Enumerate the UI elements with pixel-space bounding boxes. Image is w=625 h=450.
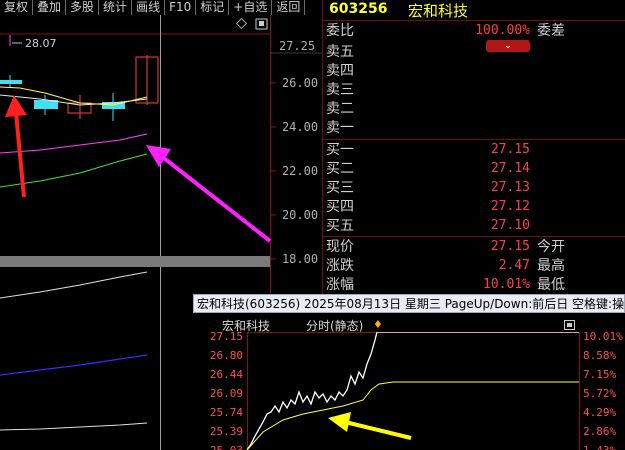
red-arrow-annotation <box>5 95 27 198</box>
sell-level-row: 卖三 <box>323 81 625 99</box>
stat-value: 27.15 <box>490 239 530 254</box>
stock-name: 宏和科技 <box>408 2 469 20</box>
stat-value: 10.01% <box>483 277 530 292</box>
sell-level-label: 卖一 <box>326 120 354 136</box>
y-axis-tick: 18.00 <box>282 252 318 266</box>
weicha-label: 委差 <box>537 23 565 39</box>
price-tick: 25.39 <box>210 425 243 438</box>
price-tick: 26.44 <box>210 368 243 381</box>
percent-tick: 7.15% <box>583 368 616 381</box>
stat-row: 涨跌 2.47 最高 <box>323 257 625 275</box>
price-tick: 25.74 <box>210 406 243 419</box>
candle <box>102 93 125 121</box>
popup-title-bar[interactable]: 宏和科技(603256) 2025年08月13日 星期三 PageUp/Down… <box>193 294 625 313</box>
stat-label2: 今开 <box>537 239 565 255</box>
buy-level-value: 27.13 <box>490 180 530 195</box>
buy-level-label: 买四 <box>326 199 354 215</box>
toolbar-button-4[interactable]: 画线 <box>132 0 166 15</box>
price-tick: 26.80 <box>210 349 243 362</box>
price-tick: 26.09 <box>210 387 243 400</box>
buy-level-value: 27.15 <box>490 142 530 157</box>
quote-panel: 603256 宏和科技 委比 100.00% 委差 ⌄ 卖五 卖四 卖三 卖二 卖一 买… <box>322 0 625 295</box>
diamond-icon[interactable] <box>235 17 248 30</box>
y-axis-tick: 22.00 <box>282 164 318 178</box>
toolbar-button-7[interactable]: +自选 <box>229 0 273 15</box>
buy-level-value: 27.12 <box>490 199 530 214</box>
weibi-row: 委比 100.00% 委差 <box>323 22 625 40</box>
buy-level-row: 买四 27.12 <box>323 198 625 216</box>
percent-tick: 1.43% <box>583 444 616 450</box>
stat-label2: 最低 <box>537 277 565 293</box>
intraday-chart[interactable]: 27.15 26.80 26.44 26.09 25.74 25.39 25.03 10.01… <box>193 332 625 450</box>
quote-header: 603256 宏和科技 <box>323 0 625 21</box>
stat-value: 2.47 <box>498 258 530 273</box>
buy-level-row: 买一 27.15 <box>323 141 625 159</box>
sell-level-label: 卖二 <box>326 101 354 117</box>
y-axis-tick: 26.00 <box>282 76 318 90</box>
sell-level-row: 卖一 <box>323 119 625 137</box>
toolbar-button-2[interactable]: 多股 <box>66 0 100 15</box>
percent-tick: 5.72% <box>583 387 616 400</box>
volume-separator <box>0 256 270 267</box>
buy-level-row: 买五 27.10 <box>323 217 625 235</box>
percent-tick: 8.58% <box>583 349 616 362</box>
toolbar-button-3[interactable]: 统计 <box>99 0 133 15</box>
y-axis-tick: 24.00 <box>282 120 318 134</box>
price-tick: 27.15 <box>210 332 243 343</box>
stat-row: 现价 27.15 今开 <box>323 238 625 256</box>
price-tick: 25.03 <box>210 444 243 450</box>
current-price-tick: 27.25 <box>279 39 315 53</box>
percent-tick: 10.01% <box>583 332 623 343</box>
buy-level-label: 买二 <box>326 161 354 177</box>
sell-level-label: 卖五 <box>326 44 354 60</box>
window-restore-icon[interactable] <box>255 18 268 30</box>
sell-level-label: 卖四 <box>326 63 354 79</box>
y-axis-tick: 20.00 <box>282 208 318 222</box>
stock-code: 603256 <box>329 1 388 17</box>
buy-level-label: 买五 <box>326 218 354 234</box>
buy-level-label: 买一 <box>326 142 354 158</box>
percent-tick: 4.29% <box>583 406 616 419</box>
popup-window-icon[interactable] <box>564 320 575 330</box>
buy-level-row: 买三 27.13 <box>323 179 625 197</box>
toolbar-button-5[interactable]: F10 <box>165 0 197 15</box>
toolbar-button-0[interactable]: 复权 <box>0 0 34 15</box>
buy-level-value: 27.10 <box>490 218 530 233</box>
stat-label: 涨跌 <box>326 258 354 274</box>
buy-level-value: 27.14 <box>490 161 530 176</box>
bell-icon[interactable]: ♦ <box>373 318 383 331</box>
weibi-value: 100.00% <box>475 23 530 38</box>
percent-tick: 2.86% <box>583 425 616 438</box>
candle <box>67 95 92 119</box>
candle <box>34 95 58 115</box>
sell-level-row: 卖五 <box>323 43 625 61</box>
high-price-label: 28.07 <box>25 37 57 50</box>
stat-label2: 最高 <box>537 258 565 274</box>
intraday-popup[interactable]: 宏和科技(603256) 2025年08月13日 星期三 PageUp/Down… <box>193 294 625 450</box>
candle <box>0 75 22 88</box>
stat-label: 现价 <box>326 239 354 255</box>
toolbar-button-8[interactable]: 返回 <box>272 0 306 15</box>
sell-level-label: 卖三 <box>326 82 354 98</box>
yellow-arrow-annotation <box>328 412 412 440</box>
toolbar-button-6[interactable]: 标记 <box>196 0 230 15</box>
stat-label: 涨幅 <box>326 277 354 293</box>
buy-level-row: 买二 27.14 <box>323 160 625 178</box>
buy-level-label: 买三 <box>326 180 354 196</box>
sell-level-row: 卖四 <box>323 62 625 80</box>
sell-level-row: 卖二 <box>323 100 625 118</box>
magenta-arrow-annotation <box>146 145 272 243</box>
toolbar-button-1[interactable]: 叠加 <box>33 0 67 15</box>
kline-toolbar: 复权 叠加 多股 统计 画线 F10 标记 +自选 返回 <box>0 0 322 15</box>
stat-row: 涨幅 10.01% 最低 <box>323 276 625 294</box>
weibi-label: 委比 <box>326 23 354 39</box>
